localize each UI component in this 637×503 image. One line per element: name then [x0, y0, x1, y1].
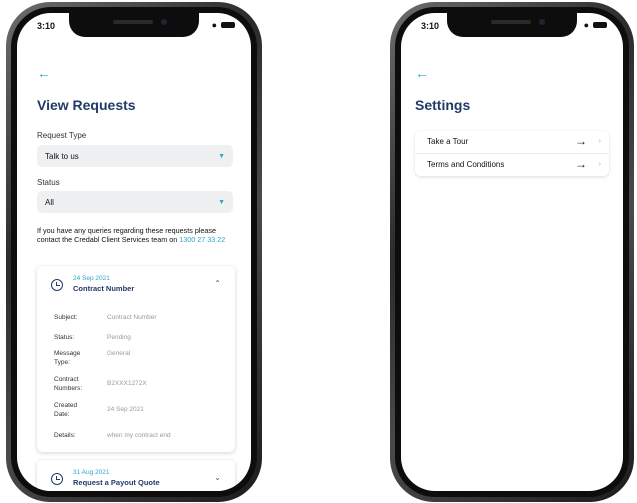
detail-label: Subject: — [54, 314, 78, 321]
speaker-grille — [491, 20, 531, 24]
request-card[interactable]: 31 Aug 2021 Request a Payout Quote ⌄ — [37, 460, 235, 491]
speaker-grille — [113, 20, 153, 24]
detail-label: Details: — [54, 432, 76, 439]
arrow-right-icon: → — [575, 134, 587, 148]
view-requests-screen: 3:10 ● ← View Requests Request Type Talk… — [17, 13, 251, 491]
request-card: 24 Sep 2021 Contract Number ⌃ Subject: C… — [37, 266, 235, 452]
settings-item-take-a-tour[interactable]: Take a Tour → › — [415, 131, 609, 154]
status-time: 3:10 — [421, 21, 440, 31]
clock-icon — [51, 473, 63, 485]
status-value: All — [45, 197, 54, 207]
request-type-value: Talk to us — [45, 151, 79, 161]
chevron-right-icon: › — [598, 136, 601, 145]
detail-value: Contract Number — [107, 314, 157, 321]
request-title: Contract Number — [73, 284, 135, 293]
detail-value: B2XXX1272X — [107, 380, 147, 387]
status-time: 3:10 — [37, 21, 56, 31]
chevron-down-icon: ⌄ — [214, 473, 221, 482]
detail-value: when my contract end — [107, 432, 171, 439]
status-icons: ● — [212, 20, 235, 30]
detail-label: Message Type: — [54, 350, 81, 366]
status-label: Status — [37, 178, 60, 187]
detail-value: 24 Sep 2021 — [107, 406, 144, 413]
chevron-right-icon: › — [598, 159, 601, 168]
battery-icon — [221, 22, 235, 28]
left-phone-frame: 3:10 ● ← View Requests Request Type Talk… — [6, 2, 262, 502]
phone-bezel: 3:10 ● ← Settings Take a Tour → › Terms … — [395, 7, 629, 497]
detail-value: Pending — [107, 334, 131, 341]
back-arrow-icon[interactable]: ← — [415, 65, 429, 81]
settings-item-terms-and-conditions[interactable]: Terms and Conditions → › — [415, 154, 609, 176]
request-card-header[interactable]: 24 Sep 2021 Contract Number ⌃ — [37, 266, 235, 304]
detail-value: General — [107, 350, 131, 357]
page-title: Settings — [415, 97, 471, 113]
detail-label: Created Date: — [54, 402, 78, 418]
settings-list: Take a Tour → › Terms and Conditions → › — [415, 131, 609, 176]
contact-phone-link[interactable]: 1300 27 33 22 — [179, 235, 225, 244]
settings-item-label: Terms and Conditions — [427, 160, 505, 169]
page-title: View Requests — [37, 97, 136, 113]
status-icons: ● — [584, 20, 607, 30]
request-date: 24 Sep 2021 — [73, 275, 110, 282]
request-type-select[interactable]: Talk to us ▼ — [37, 145, 233, 167]
detail-label: Contract Numbers: — [54, 376, 83, 392]
chevron-down-icon: ▼ — [218, 198, 225, 206]
phone-notch — [69, 13, 199, 37]
detail-label: Status: — [54, 334, 75, 341]
wifi-icon: ● — [211, 20, 217, 30]
settings-screen: 3:10 ● ← Settings Take a Tour → › Terms … — [401, 13, 623, 491]
contact-info: If you have any queries regarding these … — [37, 226, 237, 245]
front-camera — [539, 19, 545, 25]
arrow-right-icon: → — [575, 157, 587, 171]
status-select[interactable]: All ▼ — [37, 191, 233, 213]
right-phone-frame: 3:10 ● ← Settings Take a Tour → › Terms … — [390, 2, 634, 502]
phone-bezel: 3:10 ● ← View Requests Request Type Talk… — [11, 7, 257, 497]
back-arrow-icon[interactable]: ← — [37, 65, 51, 81]
phone-notch — [447, 13, 577, 37]
wifi-icon: ● — [583, 20, 589, 30]
request-title: Request a Payout Quote — [73, 478, 160, 487]
chevron-down-icon: ▼ — [218, 152, 225, 160]
clock-icon — [51, 279, 63, 291]
battery-icon — [593, 22, 607, 28]
chevron-up-icon: ⌃ — [214, 279, 221, 288]
request-date: 31 Aug 2021 — [73, 469, 110, 476]
request-type-label: Request Type — [37, 131, 87, 140]
front-camera — [161, 19, 167, 25]
settings-item-label: Take a Tour — [427, 137, 469, 146]
